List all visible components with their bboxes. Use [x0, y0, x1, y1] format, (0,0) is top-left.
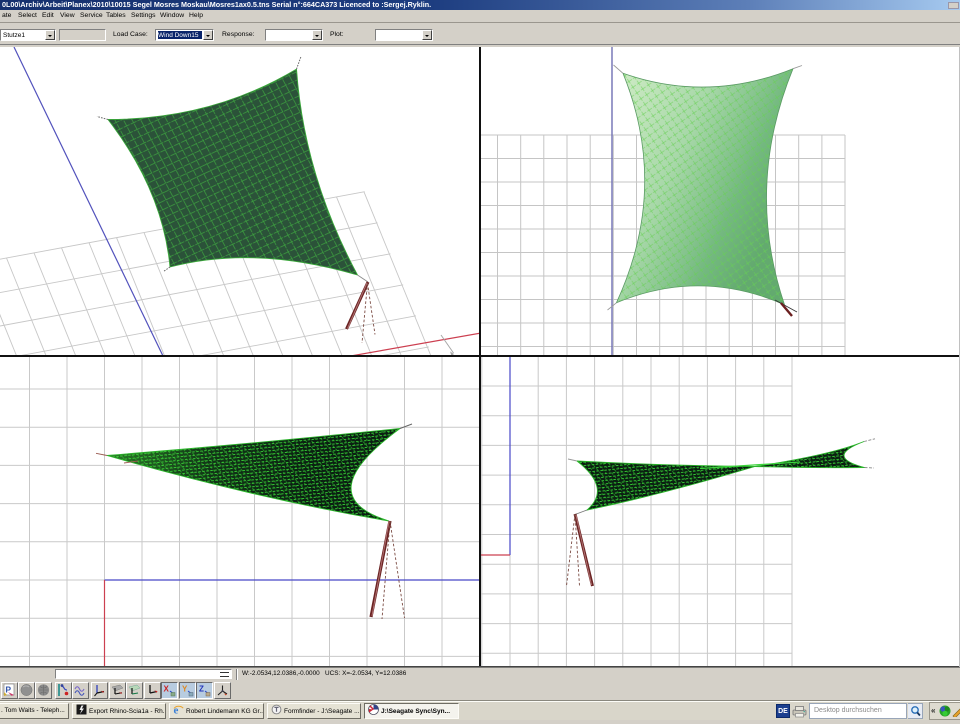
svg-text:Y: Y — [182, 685, 188, 694]
svg-text:Z: Z — [199, 685, 204, 694]
svg-text:X: X — [164, 685, 170, 694]
svg-text:P: P — [5, 685, 11, 695]
